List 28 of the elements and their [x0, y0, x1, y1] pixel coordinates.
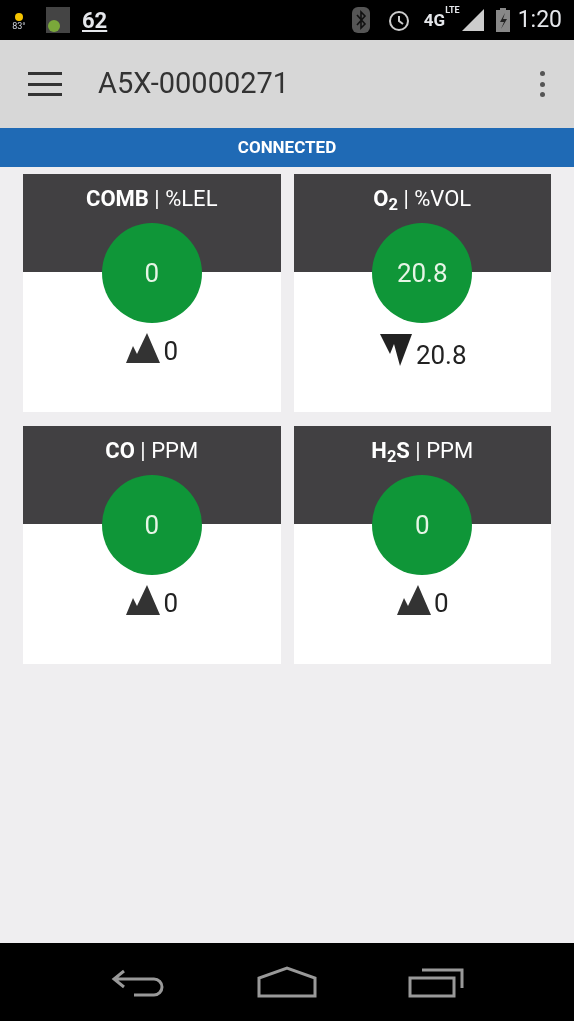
network-type: 4G	[423, 11, 446, 29]
battery-charging-icon	[495, 8, 510, 32]
more-options-button[interactable]	[538, 71, 546, 97]
sensor-label: O$_{2}$ | %VOL	[373, 185, 472, 217]
sensor-label: CO | PPM	[105, 437, 199, 465]
connection-status-banner: CONNECTED	[0, 128, 574, 167]
peak-reading: 0	[163, 590, 179, 616]
sensor-label: COMB | %LEL	[86, 185, 218, 213]
peak-reading: 0	[433, 590, 449, 616]
sensor-label: H$_{2}$S | PPM	[371, 437, 474, 469]
recent-apps-button[interactable]	[408, 966, 465, 998]
clock-time: 1:20	[517, 4, 562, 35]
back-button[interactable]	[109, 967, 166, 997]
peak-icon	[125, 332, 162, 364]
peak-icon	[395, 584, 432, 616]
menu-button[interactable]	[28, 72, 62, 96]
peak-reading: 0	[163, 338, 179, 364]
peak-icon	[125, 584, 162, 616]
device-title: A5X-00000271	[98, 65, 291, 103]
valley-icon	[377, 332, 414, 368]
image-notification-icon	[46, 7, 70, 33]
peak-reading: 20.8	[415, 342, 467, 368]
temperature: 83°	[12, 21, 26, 31]
signal-icon	[461, 9, 484, 31]
bluetooth-icon	[351, 7, 370, 33]
home-button[interactable]	[257, 966, 317, 998]
network-subtype: LTE	[445, 4, 460, 15]
notification-count: 62	[82, 6, 108, 35]
